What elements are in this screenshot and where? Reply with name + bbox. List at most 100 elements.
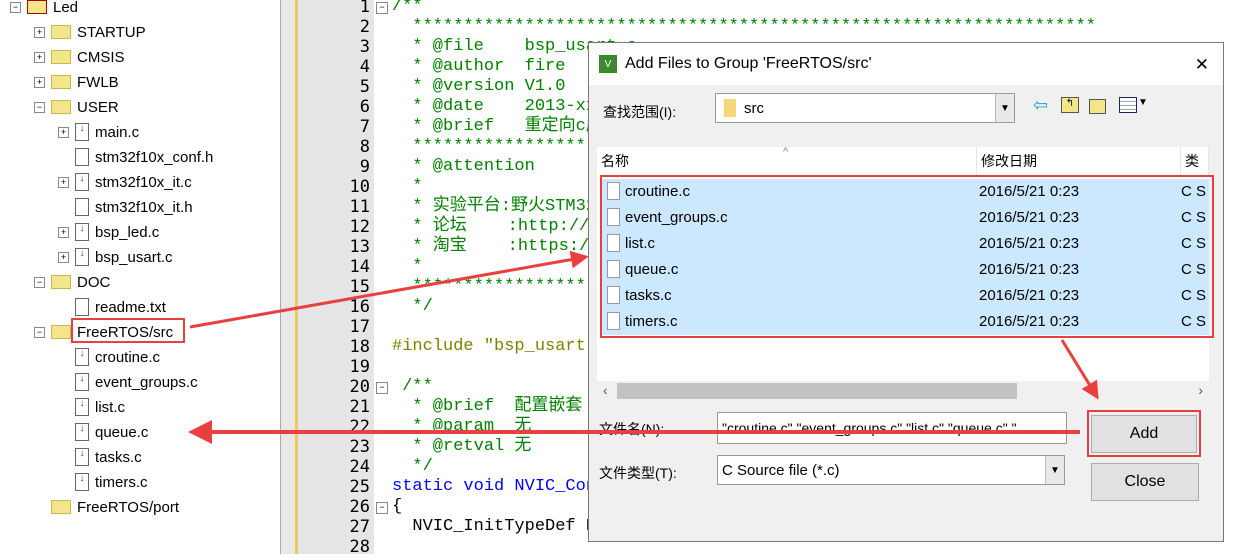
filename-input[interactable]: "croutine.c" "event_groups.c" "list.c" "… xyxy=(717,412,1067,444)
tree-item[interactable]: − Led xyxy=(10,0,78,18)
line-number: 7 xyxy=(359,117,370,137)
tree-item-label: tasks.c xyxy=(95,448,142,466)
tree-item[interactable]: ↓ event_groups.c xyxy=(58,371,198,393)
tree-item-label: STARTUP xyxy=(77,23,146,41)
panel-splitter[interactable] xyxy=(281,0,298,554)
line-number: 19 xyxy=(349,357,370,377)
code-line: { xyxy=(392,497,403,516)
tree-item[interactable]: + FWLB xyxy=(34,71,119,93)
close-button[interactable]: Close xyxy=(1091,463,1199,501)
look-in-combo[interactable]: src ▼ xyxy=(715,93,1015,123)
expand-icon[interactable]: + xyxy=(34,76,45,88)
close-icon[interactable]: ✕ xyxy=(1195,55,1209,75)
line-number: 25 xyxy=(349,477,370,497)
tree-item[interactable]: ↓ list.c xyxy=(58,396,125,418)
tree-item[interactable]: FreeRTOS/port xyxy=(34,496,179,518)
file-icon: ↓ xyxy=(75,398,89,416)
group-highlight-box xyxy=(71,318,185,343)
collapse-icon[interactable]: − xyxy=(34,326,45,338)
folder-icon xyxy=(51,500,71,514)
expand-icon[interactable]: + xyxy=(58,251,69,263)
tree-item[interactable]: stm32f10x_conf.h xyxy=(58,146,213,168)
expand-icon[interactable]: + xyxy=(34,51,45,63)
column-header-type[interactable]: 类型 xyxy=(1181,147,1209,175)
code-line: /** xyxy=(392,377,433,396)
look-in-value: src xyxy=(744,99,764,117)
expand-icon[interactable]: + xyxy=(34,26,45,38)
line-number: 28 xyxy=(349,537,370,557)
tree-item[interactable]: − DOC xyxy=(34,271,110,293)
tree-item[interactable]: ↓ croutine.c xyxy=(58,346,160,368)
column-header-name[interactable]: 名称 ^ xyxy=(597,146,977,175)
line-number: 1 xyxy=(359,0,370,17)
tree-item-label: CMSIS xyxy=(77,48,125,66)
line-number: 9 xyxy=(359,157,370,177)
line-number: 26 xyxy=(349,497,370,517)
code-line: * @retval 无 xyxy=(392,437,532,456)
line-number: 15 xyxy=(349,277,370,297)
expand-icon[interactable]: + xyxy=(58,126,69,138)
fold-icon[interactable]: − xyxy=(376,382,388,394)
tree-item[interactable]: + ↓ bsp_led.c xyxy=(58,221,159,243)
file-icon: ↓ xyxy=(75,373,89,391)
file-icon: ↓ xyxy=(75,248,89,266)
fold-icon[interactable]: − xyxy=(376,2,388,14)
tree-item[interactable]: ↓ timers.c xyxy=(58,471,148,493)
code-line: * 实验平台:野火STM32 xyxy=(392,197,597,216)
collapse-icon[interactable]: − xyxy=(10,1,21,13)
folder-icon xyxy=(51,100,71,114)
tree-item[interactable]: + ↓ stm32f10x_it.c xyxy=(58,171,192,193)
collapse-icon[interactable]: − xyxy=(34,276,45,288)
tree-item-label: event_groups.c xyxy=(95,373,198,391)
tree-item[interactable]: readme.txt xyxy=(58,296,166,318)
tree-item[interactable]: ↓ queue.c xyxy=(58,421,148,443)
line-number: 27 xyxy=(349,517,370,537)
line-number: 3 xyxy=(359,37,370,57)
project-tree: − Led + STARTUP + CMSIS + FWLB − USER + ↓ main.c stm3… xyxy=(0,0,281,554)
up-folder-icon[interactable]: ↰ xyxy=(1061,97,1079,113)
tree-item-label: stm32f10x_it.h xyxy=(95,198,193,216)
fold-icon[interactable]: − xyxy=(376,502,388,514)
back-icon[interactable]: ⇦ xyxy=(1033,95,1048,116)
add-files-dialog: V Add Files to Group 'FreeRTOS/src' ✕ 查找… xyxy=(588,42,1224,542)
chevron-down-icon[interactable]: ▼ xyxy=(1138,97,1148,108)
filetype-label: 文件类型(T): xyxy=(599,465,677,481)
filetype-select[interactable]: C Source file (*.c) ▼ xyxy=(717,455,1065,485)
folder-icon xyxy=(27,0,47,14)
collapse-icon[interactable]: − xyxy=(34,101,45,113)
tree-item[interactable]: stm32f10x_it.h xyxy=(58,196,193,218)
scroll-left-icon[interactable]: ‹ xyxy=(603,382,608,398)
folder-icon xyxy=(51,325,71,339)
tree-item[interactable]: + CMSIS xyxy=(34,46,125,68)
folder-icon xyxy=(51,50,71,64)
chevron-down-icon[interactable]: ▼ xyxy=(1045,456,1064,484)
view-menu-icon[interactable] xyxy=(1119,97,1137,113)
file-icon: ↓ xyxy=(75,448,89,466)
column-header-date[interactable]: 修改日期 xyxy=(977,147,1181,175)
file-icon: ↓ xyxy=(75,223,89,241)
tree-item[interactable]: + ↓ main.c xyxy=(58,121,139,143)
line-number: 21 xyxy=(349,397,370,417)
horizontal-scrollbar[interactable]: ‹ › xyxy=(597,381,1209,401)
folder-icon xyxy=(51,275,71,289)
tree-item[interactable]: − USER xyxy=(34,96,119,118)
tree-item[interactable]: ↓ tasks.c xyxy=(58,446,142,468)
new-folder-icon[interactable] xyxy=(1089,99,1106,114)
expand-icon[interactable]: + xyxy=(58,176,69,188)
line-number: 20 xyxy=(349,377,370,397)
look-in-label: 查找范围(I): xyxy=(603,104,677,120)
folder-icon xyxy=(724,99,736,117)
tree-item[interactable]: + STARTUP xyxy=(34,21,146,43)
line-number: 16 xyxy=(349,297,370,317)
scroll-right-icon[interactable]: › xyxy=(1198,382,1203,398)
expand-icon[interactable]: + xyxy=(58,226,69,238)
line-number: 13 xyxy=(349,237,370,257)
tree-item-label: FreeRTOS/port xyxy=(77,498,179,516)
scrollbar-thumb[interactable] xyxy=(617,383,1017,399)
code-line: */ xyxy=(392,297,433,316)
tree-item[interactable]: + ↓ bsp_usart.c xyxy=(58,246,173,268)
tree-item-label: bsp_usart.c xyxy=(95,248,173,266)
selection-highlight-box xyxy=(600,175,1214,338)
chevron-down-icon[interactable]: ▼ xyxy=(995,94,1014,122)
line-number: 12 xyxy=(349,217,370,237)
